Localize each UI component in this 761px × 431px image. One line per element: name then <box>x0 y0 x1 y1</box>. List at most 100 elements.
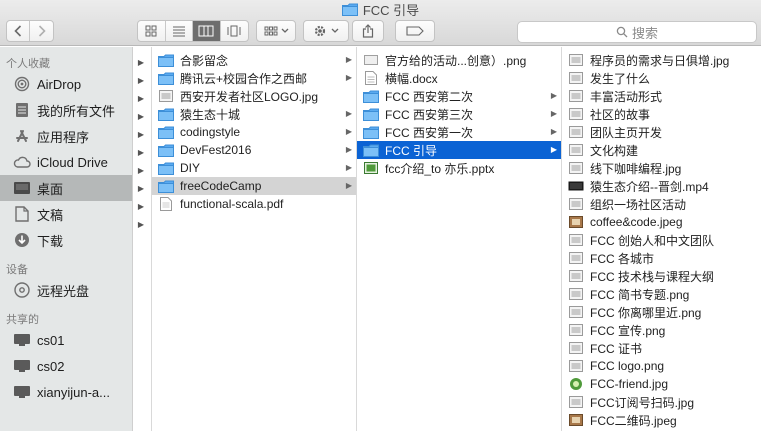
back-button[interactable] <box>7 21 31 41</box>
disclosure-triangle-icon[interactable]: ▶ <box>134 220 148 229</box>
folder-row[interactable]: 合影留念 ▶ <box>152 51 356 69</box>
disclosure-triangle-icon[interactable]: ▶ <box>134 166 148 175</box>
file-row[interactable]: 丰富活动形式 <box>562 87 761 105</box>
file-row[interactable]: 线下咖啡编程.jpg <box>562 159 761 177</box>
folder-row[interactable]: FCC 西安第一次 ▶ <box>357 123 561 141</box>
disclosure-triangle-icon[interactable]: ▶ <box>134 58 148 67</box>
item-label: FCC logo.png <box>590 359 665 373</box>
disclosure-row[interactable]: ▶ <box>134 161 151 179</box>
disclosure-row[interactable]: ▶ <box>134 89 151 107</box>
disclosure-row[interactable]: ▶ <box>134 197 151 215</box>
file-row[interactable]: 社区的故事 <box>562 105 761 123</box>
folder-row[interactable]: 猿生态十城 ▶ <box>152 105 356 123</box>
folder-row[interactable]: 腾讯云+校园合作之西邮 ▶ <box>152 69 356 87</box>
file-row[interactable]: FCC 各城市 <box>562 249 761 267</box>
file-row[interactable]: FCC 简书专题.png <box>562 285 761 303</box>
folder-row[interactable]: FCC 西安第二次 ▶ <box>357 87 561 105</box>
item-label: codingstyle <box>180 125 241 139</box>
folder-row[interactable]: freeCodeCamp ▶ <box>152 177 356 195</box>
folder-row[interactable]: FCC 引导 ▶ <box>357 141 561 159</box>
sidebar-item-label: 我的所有文件 <box>37 103 116 119</box>
window-title-label: FCC 引导 <box>362 2 420 18</box>
sidebar-item-cs01[interactable]: cs01 <box>0 327 132 353</box>
arrange-button[interactable] <box>256 20 296 42</box>
sidebar-item-icloud-drive[interactable]: iCloud Drive <box>0 149 132 175</box>
cover-flow-button[interactable] <box>221 21 248 41</box>
file-row[interactable]: FCC 技术栈与课程大纲 <box>562 267 761 285</box>
disclosure-triangle-icon[interactable]: ▶ <box>134 148 148 157</box>
forward-button[interactable] <box>30 21 53 41</box>
file-row[interactable]: 横幅.docx <box>357 69 561 87</box>
folder-icon <box>158 179 174 193</box>
icon-view-button[interactable] <box>138 21 166 41</box>
disclosure-row[interactable]: ▶ <box>134 215 151 233</box>
disclosure-triangle-icon[interactable]: ▶ <box>134 202 148 211</box>
columns-icon <box>198 25 214 37</box>
file-row[interactable]: functional-scala.pdf <box>152 195 356 213</box>
item-label: FCC 简书专题.png <box>590 287 690 302</box>
sidebar-item-downloads[interactable]: 下载 <box>0 227 132 253</box>
column-view-button[interactable] <box>193 21 221 41</box>
disclosure-triangle-icon[interactable]: ▶ <box>134 112 148 121</box>
disclosure-row[interactable]: ▶ <box>134 71 151 89</box>
folder-row[interactable]: FCC 西安第三次 ▶ <box>357 105 561 123</box>
sidebar-item-documents[interactable]: 文稿 <box>0 201 132 227</box>
folder-row[interactable]: DIY ▶ <box>152 159 356 177</box>
sidebar-item-xianyijun[interactable]: xianyijun-a... <box>0 379 132 405</box>
tag-icon <box>406 26 424 36</box>
file-row[interactable]: FCC 证书 <box>562 339 761 357</box>
window-toolbar: FCC 引导 搜索 <box>0 0 761 46</box>
file-row[interactable]: FCC-friend.jpg <box>562 375 761 393</box>
file-row[interactable]: 团队主页开发 <box>562 123 761 141</box>
file-row[interactable]: 程序员的需求与日俱增.jpg <box>562 51 761 69</box>
file-row[interactable]: FCC logo.png <box>562 357 761 375</box>
disclosure-triangle-icon[interactable]: ▶ <box>134 184 148 193</box>
item-label: 组织一场社区活动 <box>590 197 687 212</box>
disclosure-triangle-icon[interactable]: ▶ <box>134 94 148 103</box>
file-row[interactable]: FCC二维码.jpeg <box>562 411 761 429</box>
file-row[interactable]: coffee&code.jpeg <box>562 213 761 231</box>
file-row[interactable]: 西安开发者社区LOGO.jpg <box>152 87 356 105</box>
folder-row[interactable]: DevFest2016 ▶ <box>152 141 356 159</box>
sidebar-item-label: 文稿 <box>37 207 64 223</box>
file-row[interactable]: FCC 你离哪里近.png <box>562 303 761 321</box>
disclosure-row[interactable]: ▶ <box>134 53 151 71</box>
image-file-icon <box>363 53 379 67</box>
file-row[interactable]: fcc介绍_to 亦乐.pptx <box>357 159 561 177</box>
disclosure-triangle-icon[interactable]: ▶ <box>134 76 148 85</box>
file-row[interactable]: 猿生态介绍--晋剑.mp4 <box>562 177 761 195</box>
disclosure-row[interactable]: ▶ <box>134 125 151 143</box>
file-row[interactable]: FCC 宣传.png <box>562 321 761 339</box>
file-row[interactable]: 官方给的活动...创意）.png <box>357 51 561 69</box>
folder-row[interactable]: codingstyle ▶ <box>152 123 356 141</box>
sidebar-item-remote-disc[interactable]: 远程光盘 <box>0 277 132 303</box>
sidebar-item-desktop[interactable]: 桌面 <box>0 175 132 201</box>
file-row[interactable]: FCC 创始人和中文团队 <box>562 231 761 249</box>
expand-arrow-icon: ▶ <box>345 73 352 82</box>
search-field[interactable]: 搜索 <box>517 21 757 43</box>
item-label: 猿生态介绍--晋剑.mp4 <box>590 179 709 194</box>
file-row[interactable]: 发生了什么 <box>562 69 761 87</box>
file-row[interactable]: 组织一场社区活动 <box>562 195 761 213</box>
file-row[interactable]: FCC订阅号扫码.jpg <box>562 393 761 411</box>
expand-arrow-icon: ▶ <box>550 127 557 136</box>
sidebar-item-airdrop[interactable]: AirDrop <box>0 71 132 97</box>
disclosure-row[interactable]: ▶ <box>134 143 151 161</box>
disclosure-triangle-icon[interactable]: ▶ <box>134 130 148 139</box>
disclosure-row[interactable]: ▶ <box>134 179 151 197</box>
image-file-icon <box>568 197 584 211</box>
all-files-icon <box>13 101 31 119</box>
action-button[interactable] <box>303 20 349 42</box>
folder-icon <box>158 125 174 139</box>
file-row[interactable]: 文化构建 <box>562 141 761 159</box>
share-button[interactable] <box>352 20 384 42</box>
list-view-button[interactable] <box>166 21 193 41</box>
disclosure-row[interactable]: ▶ <box>134 107 151 125</box>
arrange-grid-icon <box>264 26 277 36</box>
sidebar-item-applications[interactable]: 应用程序 <box>0 123 132 149</box>
sidebar-item-cs02[interactable]: cs02 <box>0 353 132 379</box>
sidebar-item-all-files[interactable]: 我的所有文件 <box>0 97 132 123</box>
tag-button[interactable] <box>395 20 435 42</box>
sidebar-item-label: 桌面 <box>37 181 64 197</box>
image-file-icon <box>568 269 584 283</box>
